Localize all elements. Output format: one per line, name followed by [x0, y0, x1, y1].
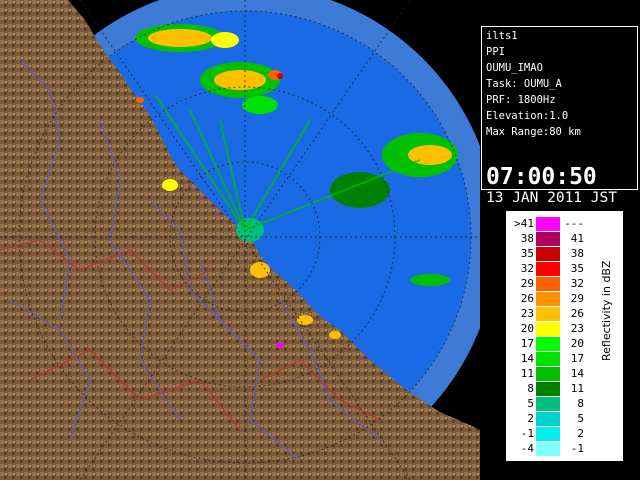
scale-label-high: 32: [570, 277, 584, 290]
info-line: ilts1: [486, 30, 518, 42]
info-panel: ilts1 PPI OUMU_IMAO Task: OUMU_A PRF: 18…: [481, 26, 638, 206]
info-line: OUMU_IMAO: [486, 62, 543, 74]
scale-label-high: 41: [570, 232, 584, 245]
scale-swatch: [536, 382, 560, 396]
scale-label-low: -4: [520, 442, 534, 455]
scale-label-low: 23: [520, 307, 534, 320]
scale-label-high: ---: [564, 217, 584, 230]
scale-swatch: [536, 322, 560, 336]
date-display: 13 JAN 2011 JST: [486, 190, 617, 206]
scale-swatch: [536, 367, 560, 381]
scale-label-high: 35: [570, 262, 584, 275]
scale-label-high: 2: [577, 427, 584, 440]
radar-display[interactable]: [0, 0, 480, 480]
scale-label-low: 14: [520, 352, 534, 365]
scale-label-low: 2: [527, 412, 534, 425]
info-line: Task: OUMU_A: [486, 78, 562, 90]
time-display: 07:00:50: [486, 164, 597, 190]
scale-swatch: [536, 262, 560, 276]
scale-swatch: [536, 412, 560, 426]
scale-label-low: >41: [514, 217, 534, 230]
scale-label-high: 14: [570, 367, 584, 380]
scale-label-low: 8: [527, 382, 534, 395]
scale-label-high: 5: [577, 412, 584, 425]
scale-swatch: [536, 292, 560, 306]
scale-label-low: 35: [520, 247, 534, 260]
radar-map: [0, 0, 480, 480]
info-line: PRF: 1800Hz: [486, 94, 556, 106]
scale-swatch: [536, 217, 560, 231]
scale-label-high: 17: [570, 352, 584, 365]
scale-label-high: 38: [570, 247, 584, 260]
scale-label-low: -1: [520, 427, 534, 440]
scale-label-high: 11: [570, 382, 584, 395]
scale-swatch: [536, 352, 560, 366]
scale-label-high: 26: [570, 307, 584, 320]
scale-label-low: 26: [520, 292, 534, 305]
scale-label-high: 20: [570, 337, 584, 350]
scale-swatch: [536, 427, 560, 441]
info-line: PPI: [486, 46, 505, 58]
scale-label-high: -1: [570, 442, 584, 455]
scale-label-high: 8: [577, 397, 584, 410]
scale-swatch: [536, 277, 560, 291]
scale-swatch: [536, 397, 560, 411]
reflectivity-scale: >41 --- 38 41 35 38 32 35 29 32 26 29 23 26 20 23 17 20 14…: [505, 210, 624, 462]
scale-swatch: [536, 247, 560, 261]
scale-label-low: 11: [520, 367, 534, 380]
scale-swatch: [536, 307, 560, 321]
scale-swatch: [536, 232, 560, 246]
scale-label-low: 5: [527, 397, 534, 410]
scale-label-low: 20: [520, 322, 534, 335]
scale-label-low: 32: [520, 262, 534, 275]
scale-label-low: 29: [520, 277, 534, 290]
scale-swatch: [536, 337, 560, 351]
info-line: Max Range:80 km: [486, 126, 581, 138]
scale-label-low: 38: [520, 232, 534, 245]
info-line: Elevation:1.0: [486, 110, 569, 122]
scale-label-low: 17: [520, 337, 534, 350]
scale-swatch: [536, 442, 560, 456]
scale-label-high: 23: [570, 322, 584, 335]
scale-label-high: 29: [570, 292, 584, 305]
scale-unit-label: Reflectivity in dBZ: [600, 260, 613, 361]
